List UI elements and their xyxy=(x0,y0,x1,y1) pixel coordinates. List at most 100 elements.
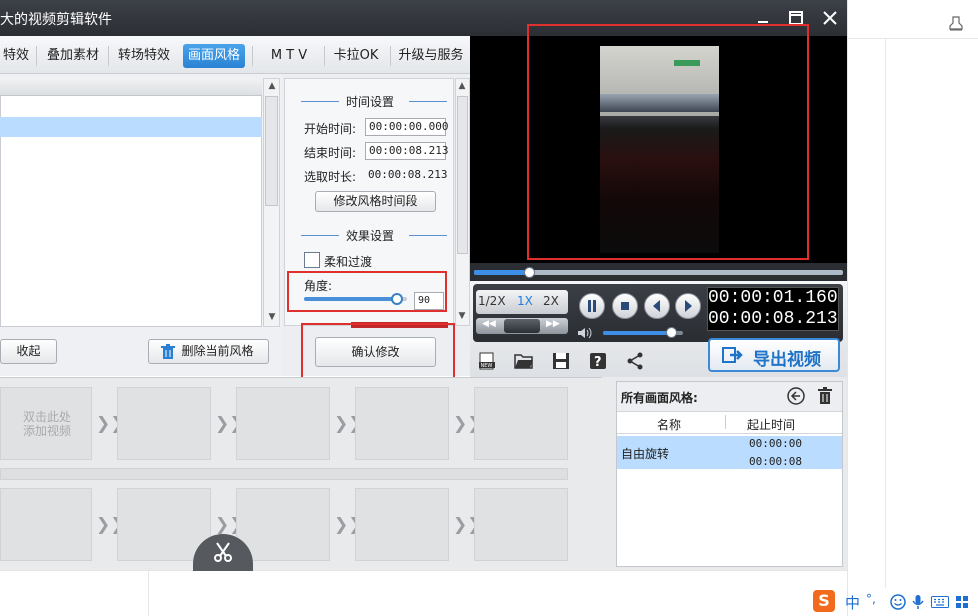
column-separator xyxy=(725,415,726,429)
scroll-up-icon[interactable]: ▲ xyxy=(264,79,280,95)
volume-slider[interactable] xyxy=(603,327,683,338)
timeline-scrollbar[interactable] xyxy=(0,468,568,480)
scroll-down-icon[interactable]: ▼ xyxy=(264,310,280,326)
duration-value: 00:00:08.213 xyxy=(368,168,448,181)
end-time-label: 结束时间: xyxy=(304,146,357,160)
tab-upgrade-service[interactable]: 升级与服务 xyxy=(394,44,468,68)
emoji-icon[interactable] xyxy=(890,594,906,613)
modify-time-button[interactable]: 修改风格时间段 xyxy=(315,191,436,212)
step-back-icon[interactable]: ◀◀ xyxy=(482,319,496,329)
playback-progress-knob[interactable] xyxy=(523,267,535,278)
tab-separator xyxy=(108,46,109,66)
soft-transition-label: 柔和过渡 xyxy=(324,255,373,269)
tab-separator xyxy=(390,46,391,66)
style-list-scrollbar[interactable]: ▲ ▼ xyxy=(263,78,280,327)
tab-karaoke[interactable]: 卡拉OK xyxy=(328,44,384,68)
tab-bar: 特效 叠加素材 转场特效 画面风格 M T V 卡拉OK 升级与服务 xyxy=(0,36,470,74)
scroll-thumb[interactable] xyxy=(265,96,278,206)
back-icon[interactable] xyxy=(787,387,805,408)
sogou-ime-icon[interactable]: S xyxy=(813,590,835,612)
grid-menu-icon[interactable] xyxy=(955,595,969,612)
volume-slider-knob[interactable] xyxy=(665,327,677,338)
tab-mtv[interactable]: M T V xyxy=(258,44,320,68)
stop-button[interactable] xyxy=(612,293,638,319)
tab-effects[interactable]: 特效 xyxy=(0,44,32,68)
style-row-end: 00:00:08 xyxy=(749,455,802,468)
volume-icon[interactable] xyxy=(577,326,593,340)
share-icon[interactable] xyxy=(626,352,644,370)
tab-picture-style[interactable]: 画面风格 xyxy=(183,44,245,68)
scissors-icon xyxy=(212,541,234,566)
scroll-up-icon[interactable]: ▲ xyxy=(455,79,469,95)
all-styles-header: 所有画面风格: xyxy=(617,382,842,412)
name-column-header: 名称 xyxy=(657,418,682,432)
time-display: 00:00:01.160 00:00:08.213 xyxy=(707,287,839,331)
svg-text:NEW: NEW xyxy=(481,363,493,369)
timeline-area: 双击此处 添加视频 ❯❯ ❯❯ ❯❯ ❯❯ ❯❯ ❯❯ ❯❯ ❯❯ xyxy=(0,377,602,571)
keyboard-icon[interactable] xyxy=(931,596,949,611)
add-video-hint-line1: 双击此处 xyxy=(22,410,71,424)
save-icon[interactable] xyxy=(552,352,570,370)
window-title: 大的视频剪辑软件 xyxy=(0,12,112,28)
style-row[interactable]: 自由旋转 00:00:00 00:00:08 xyxy=(617,436,842,469)
speed-1x-option[interactable]: 1X xyxy=(517,294,533,308)
ime-punctuation-label[interactable]: °, xyxy=(866,592,876,606)
ime-mode-label[interactable]: 中 xyxy=(845,592,860,613)
video-slot[interactable] xyxy=(0,488,92,561)
angle-highlight-box xyxy=(287,271,447,312)
video-slot[interactable] xyxy=(355,387,449,460)
microphone-icon[interactable] xyxy=(912,594,924,613)
section-rule xyxy=(409,235,447,236)
playback-progress-fill xyxy=(474,270,529,275)
start-time-field[interactable]: 00:00:00.000 xyxy=(365,118,448,136)
speed-half-option[interactable]: 1/2X xyxy=(478,294,506,308)
collapse-button[interactable]: 收起 xyxy=(0,339,57,364)
tab-transitions[interactable]: 转场特效 xyxy=(113,44,175,68)
video-slot[interactable] xyxy=(236,387,330,460)
background-area xyxy=(847,0,978,616)
trash-icon xyxy=(161,344,175,368)
speed-2x-option[interactable]: 2X xyxy=(543,294,559,308)
settings-scrollbar[interactable]: ▲ ▼ xyxy=(455,78,470,326)
close-icon[interactable] xyxy=(818,6,842,30)
frame-step-control[interactable]: ◀◀ ▶▶ xyxy=(476,318,568,334)
delete-all-icon[interactable] xyxy=(817,387,833,408)
step-forward-icon[interactable]: ▶▶ xyxy=(546,319,560,329)
pause-button[interactable] xyxy=(579,293,605,319)
scroll-thumb[interactable] xyxy=(457,96,468,254)
end-time-field[interactable]: 00:00:08.213 xyxy=(365,142,448,160)
video-slot[interactable] xyxy=(474,387,568,460)
open-folder-icon[interactable] xyxy=(514,352,534,370)
new-project-icon[interactable]: NEW xyxy=(478,352,496,370)
delete-style-button[interactable]: 删除当前风格 xyxy=(148,339,269,364)
video-slot[interactable] xyxy=(474,488,568,561)
video-slot[interactable] xyxy=(236,488,330,561)
jog-wheel[interactable] xyxy=(504,319,540,333)
background-divider xyxy=(885,38,886,588)
total-time: 00:00:08.213 xyxy=(708,309,838,329)
background-divider xyxy=(148,570,149,616)
previous-frame-button[interactable] xyxy=(644,293,670,319)
playback-progress-area xyxy=(470,263,847,281)
video-slot[interactable] xyxy=(355,488,449,561)
tab-separator xyxy=(324,46,325,66)
next-frame-button[interactable] xyxy=(675,293,701,319)
current-time: 00:00:01.160 xyxy=(708,288,838,308)
styles-table-header: 名称 起止时间 xyxy=(617,412,842,434)
video-slot[interactable] xyxy=(117,387,211,460)
all-styles-title: 所有画面风格: xyxy=(621,391,698,405)
style-list[interactable] xyxy=(0,78,262,327)
style-list-selected-row[interactable] xyxy=(0,117,262,137)
add-video-slot[interactable]: 双击此处 添加视频 xyxy=(0,387,92,460)
stamp-icon[interactable] xyxy=(947,14,965,32)
scroll-down-icon[interactable]: ▼ xyxy=(455,309,469,325)
modify-time-button-label: 修改风格时间段 xyxy=(333,194,418,208)
duration-label: 选取时长: xyxy=(304,170,357,184)
background-divider xyxy=(847,38,978,39)
playback-progress-bar[interactable] xyxy=(474,267,843,278)
tab-separator xyxy=(252,46,253,66)
tab-overlay-materials[interactable]: 叠加素材 xyxy=(42,44,104,68)
help-icon[interactable]: ? xyxy=(589,352,607,370)
soft-transition-checkbox[interactable] xyxy=(304,252,320,268)
export-video-button[interactable]: 导出视频 xyxy=(708,338,840,372)
